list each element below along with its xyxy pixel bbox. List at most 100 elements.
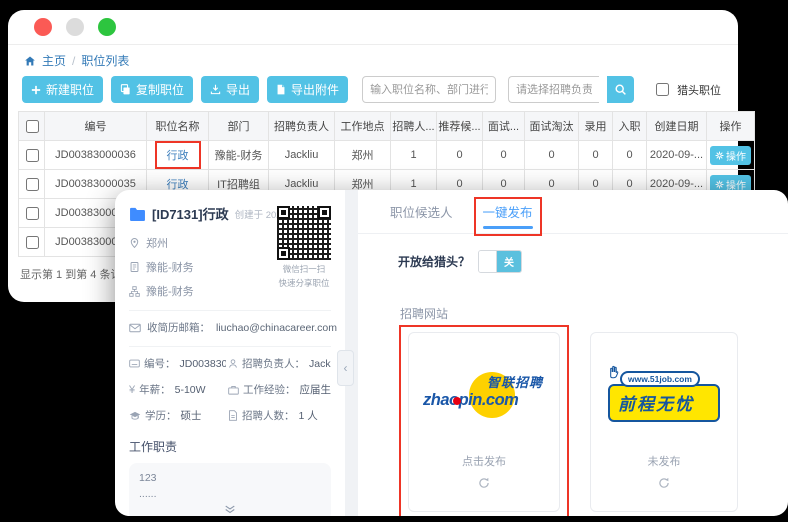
col-department: 部门 (209, 112, 269, 141)
job-department-row: 豫能-财务 (129, 259, 259, 275)
refresh-status-button[interactable] (409, 477, 559, 489)
table-header-row: 编号 职位名称 部门 招聘负责人 工作地点 招聘人... 推荐候... 面试..… (19, 112, 755, 141)
job-department: 豫能-财务 (209, 141, 269, 170)
copy-job-button[interactable]: 复制职位 (111, 76, 193, 103)
mail-icon (129, 323, 141, 333)
row-actions-button[interactable]: 操作 (710, 146, 751, 165)
headhunter-toggle-row: 开放给猎头？ 关 (398, 250, 770, 273)
copy-icon (120, 84, 131, 95)
count-openings: 1 (391, 141, 437, 170)
count-interview[interactable]: 0 (483, 141, 525, 170)
search-button[interactable] (607, 76, 634, 103)
job-id-field: 编号：JD00383000036 (129, 356, 226, 371)
active-tab-indicator (483, 226, 533, 229)
col-interview: 面试... (483, 112, 525, 141)
page-icon (228, 410, 238, 421)
job51-logo-cn: 前程无忧 (608, 384, 720, 422)
recruiter-select-input[interactable] (508, 76, 599, 103)
window-minimize-button[interactable] (66, 18, 84, 36)
expand-duties-button[interactable] (139, 503, 321, 517)
briefcase-icon (228, 385, 239, 395)
count-rejected[interactable]: 0 (525, 141, 579, 170)
folder-icon (129, 207, 146, 221)
count-onboard[interactable]: 0 (613, 141, 647, 170)
gear-icon (715, 180, 724, 189)
home-icon (24, 55, 36, 67)
duties-line: ...... (139, 487, 321, 503)
resume-email-value: liuchao@chinacareer.com (216, 322, 337, 334)
job-id: JD00383000036 (45, 141, 147, 170)
window-maximize-button[interactable] (98, 18, 116, 36)
plus-icon (31, 85, 41, 95)
collapse-pane-handle[interactable]: ‹ (337, 350, 354, 386)
qr-code (277, 206, 331, 260)
job51-logo-url: www.51job.com (620, 371, 700, 387)
export-button[interactable]: 导出 (201, 76, 259, 103)
breadcrumb: 主页 / 职位列表 (8, 45, 738, 71)
site-card-51job[interactable]: www.51job.com 前程无忧 未发布 (590, 332, 738, 512)
headhunter-filter[interactable]: 猎头职位 (652, 80, 721, 99)
job-location-row: 郑州 (129, 235, 259, 251)
toggle-off-label: 关 (497, 251, 521, 272)
job-experience-field: 工作经验：应届生 (228, 382, 331, 397)
share-qr-block: 微信扫一扫 快速分享职位 (275, 206, 333, 290)
tab-one-click-publish[interactable]: 一键发布 (483, 202, 533, 229)
yen-icon: ¥ (129, 384, 135, 396)
col-actions: 操作 (707, 112, 755, 141)
col-title: 职位名称 (147, 112, 209, 141)
count-hired[interactable]: 0 (579, 141, 613, 170)
id-card-icon (129, 359, 140, 368)
org-chart-icon (129, 286, 140, 297)
graduation-cap-icon (129, 411, 141, 421)
new-job-button[interactable]: 新建职位 (22, 76, 103, 103)
window-close-button[interactable] (34, 18, 52, 36)
breadcrumb-home[interactable]: 主页 (42, 52, 66, 69)
zhaopin-logo-dot (453, 397, 461, 405)
resume-email-row: 收简历邮箱： liuchao@chinacareer.com (129, 320, 331, 335)
toolbar: 新建职位 复制职位 导出 导出附件 猎头职位 (8, 71, 738, 107)
qr-caption-line2: 快速分享职位 (275, 277, 333, 291)
zhaopin-logo: 智联招聘 zhaopin.com (423, 369, 545, 423)
export-attachments-button[interactable]: 导出附件 (267, 76, 348, 103)
col-recruiter: 招聘负责人 (269, 112, 335, 141)
col-hired: 录用 (579, 112, 613, 141)
col-recommended: 推荐候... (437, 112, 483, 141)
col-openings: 招聘人... (391, 112, 437, 141)
job-org-row: 豫能-财务 (129, 283, 259, 299)
col-id: 编号 (45, 112, 147, 141)
select-all-checkbox[interactable] (26, 120, 39, 133)
gear-icon (715, 151, 724, 160)
headhunter-checkbox[interactable] (656, 83, 669, 96)
row-checkbox[interactable] (26, 149, 39, 162)
search-icon (614, 83, 627, 96)
headhunter-toggle[interactable]: 关 (478, 250, 522, 273)
job-recruiter: Jackliu (269, 141, 335, 170)
row-checkbox[interactable] (26, 178, 39, 191)
row-checkbox[interactable] (26, 207, 39, 220)
job-summary-pane: [ID7131]行政 创建于 2020/09 郑州 豫能-财务 豫能-财务 微信… (115, 190, 345, 516)
tab-candidates[interactable]: 职位候选人 (390, 202, 453, 229)
publish-pane: 职位候选人 一键发布 开放给猎头？ 关 招聘网站 智联招聘 (358, 190, 788, 516)
job-attributes: 编号：JD00383000036 招聘负责人：Jackliu ¥ 年薪：5-10… (129, 356, 331, 423)
refresh-icon (658, 477, 670, 489)
row-checkbox[interactable] (26, 236, 39, 249)
site-card-zhaopin[interactable]: 智联招聘 zhaopin.com 点击发布 (408, 332, 560, 512)
zhaopin-logo-url: zhaopin.com (423, 391, 518, 410)
refresh-status-button[interactable] (591, 477, 737, 489)
duties-card: 123 ...... (129, 463, 331, 516)
job-search-input[interactable] (362, 76, 496, 103)
job-location: 郑州 (335, 141, 391, 170)
job-salary-field: ¥ 年薪：5-10W (129, 382, 226, 397)
count-recommended[interactable]: 0 (437, 141, 483, 170)
breadcrumb-current: 职位列表 (81, 52, 129, 69)
toggle-handle (479, 251, 497, 272)
job-title-link[interactable]: 行政 (167, 150, 189, 162)
breadcrumb-separator: / (72, 54, 75, 68)
site-status: 未发布 (591, 453, 737, 469)
user-icon (228, 358, 238, 369)
col-rejected: 面试淘汰 (525, 112, 579, 141)
document-icon (129, 261, 140, 273)
chevron-left-icon: ‹ (344, 362, 348, 374)
download-icon (210, 84, 221, 95)
job-created-date: 2020-09-... (647, 141, 707, 170)
